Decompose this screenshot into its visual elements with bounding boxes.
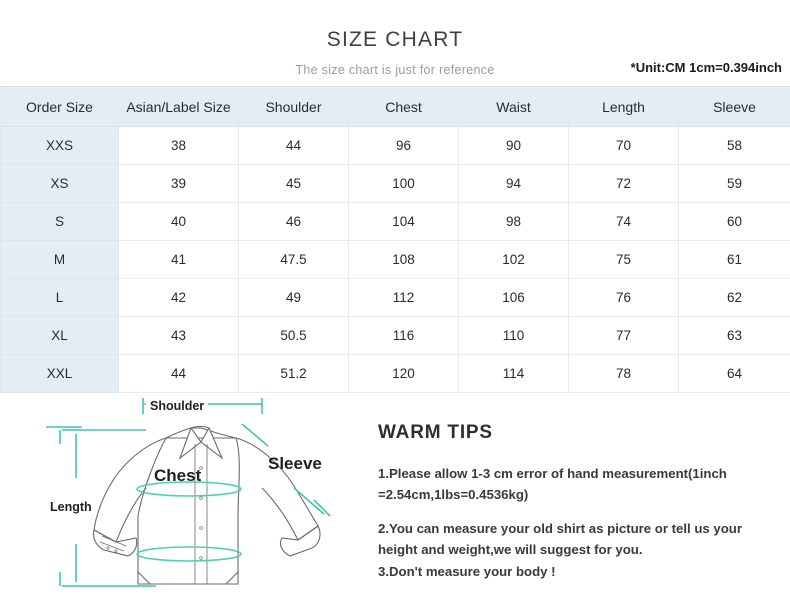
diagram-label-chest: Chest [154,466,201,486]
cell-size: M [1,241,119,279]
cell-shoulder: 46 [239,203,349,241]
table-row: XXL 44 51.2 120 114 78 64 [1,355,790,393]
cell-waist: 90 [459,127,569,165]
cell-length: 77 [569,317,679,355]
table-row: XS 39 45 100 94 72 59 [1,165,790,203]
cell-asian-label-size: 40 [119,203,239,241]
cell-chest: 120 [349,355,459,393]
warm-tip-line: =2.54cm,1lbs=0.4536kg) [378,484,786,505]
warm-tip-line: 1.Please allow 1-3 cm error of hand meas… [378,463,786,484]
cell-waist: 110 [459,317,569,355]
cell-asian-label-size: 42 [119,279,239,317]
warm-tip-line: 2.You can measure your old shirt as pict… [378,518,786,539]
column-header-chest: Chest [349,87,459,127]
cell-size: L [1,279,119,317]
cell-sleeve: 64 [679,355,790,393]
column-header-order-size: Order Size [1,87,119,127]
cell-shoulder: 50.5 [239,317,349,355]
warm-tips-title: WARM TIPS [378,422,786,444]
cell-sleeve: 61 [679,241,790,279]
diagram-label-shoulder: Shoulder [146,399,208,413]
table-row: XXS 38 44 96 90 70 58 [1,127,790,165]
cell-asian-label-size: 38 [119,127,239,165]
shirt-measurement-diagram: Shoulder Chest Sleeve Length [46,396,376,606]
cell-waist: 98 [459,203,569,241]
cell-asian-label-size: 41 [119,241,239,279]
table-row: L 42 49 112 106 76 62 [1,279,790,317]
cell-waist: 94 [459,165,569,203]
cell-shoulder: 47.5 [239,241,349,279]
cell-waist: 106 [459,279,569,317]
cell-asian-label-size: 43 [119,317,239,355]
cell-size: XXS [1,127,119,165]
cell-size: S [1,203,119,241]
cell-waist: 114 [459,355,569,393]
cell-length: 76 [569,279,679,317]
cell-shoulder: 51.2 [239,355,349,393]
shirt-illustration-svg [46,396,376,606]
table-header-row: Order Size Asian/Label Size Shoulder Che… [1,87,790,127]
cell-waist: 102 [459,241,569,279]
cell-sleeve: 62 [679,279,790,317]
warm-tip-line: 3.Don't measure your body ! [378,561,786,582]
cell-sleeve: 63 [679,317,790,355]
unit-note: *Unit:CM 1cm=0.394inch [631,60,782,75]
column-header-sleeve: Sleeve [679,87,790,127]
cell-size: XXL [1,355,119,393]
column-header-asian-label-size: Asian/Label Size [119,87,239,127]
diagram-label-sleeve: Sleeve [268,454,322,474]
bottom-section: Shoulder Chest Sleeve Length WARM TIPS 1… [0,396,790,610]
cell-shoulder: 44 [239,127,349,165]
column-header-waist: Waist [459,87,569,127]
cell-chest: 96 [349,127,459,165]
cell-asian-label-size: 44 [119,355,239,393]
cell-length: 72 [569,165,679,203]
cell-chest: 108 [349,241,459,279]
cell-chest: 104 [349,203,459,241]
cell-sleeve: 60 [679,203,790,241]
diagram-label-length: Length [48,500,94,514]
cell-shoulder: 49 [239,279,349,317]
cell-chest: 116 [349,317,459,355]
table-row: M 41 47.5 108 102 75 61 [1,241,790,279]
table-row: S 40 46 104 98 74 60 [1,203,790,241]
size-chart-table: Order Size Asian/Label Size Shoulder Che… [0,86,790,393]
cell-sleeve: 58 [679,127,790,165]
cell-sleeve: 59 [679,165,790,203]
warm-tip-line: height and weight,we will suggest for yo… [378,539,786,560]
cell-length: 70 [569,127,679,165]
cell-size: XS [1,165,119,203]
column-header-length: Length [569,87,679,127]
cell-chest: 100 [349,165,459,203]
cell-shoulder: 45 [239,165,349,203]
cell-chest: 112 [349,279,459,317]
table-row: XL 43 50.5 116 110 77 63 [1,317,790,355]
cell-length: 74 [569,203,679,241]
page-title: SIZE CHART [0,28,790,52]
cell-size: XL [1,317,119,355]
cell-length: 78 [569,355,679,393]
cell-asian-label-size: 39 [119,165,239,203]
column-header-shoulder: Shoulder [239,87,349,127]
cell-length: 75 [569,241,679,279]
warm-tips-section: WARM TIPS 1.Please allow 1-3 cm error of… [378,422,786,582]
